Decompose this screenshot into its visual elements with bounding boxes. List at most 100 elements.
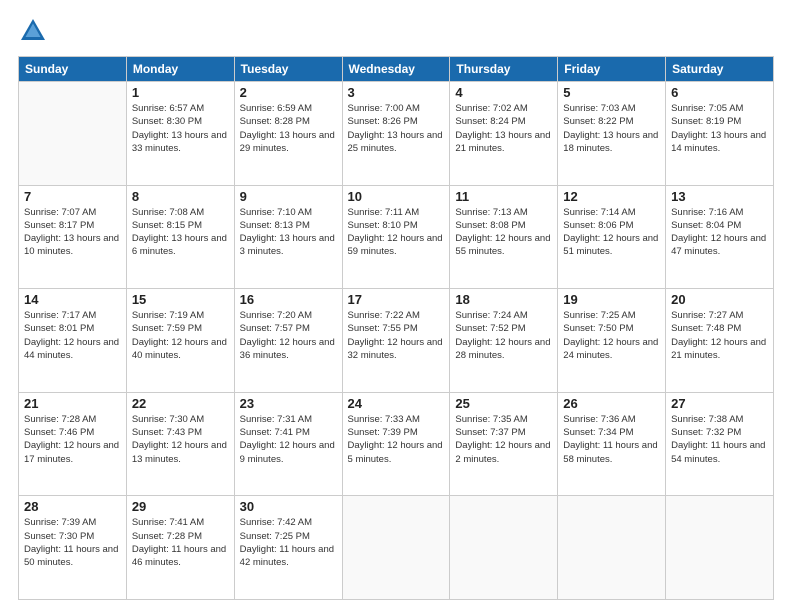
day-info: Sunrise: 7:35 AMSunset: 7:37 PMDaylight:…: [455, 413, 552, 466]
day-cell: 23 Sunrise: 7:31 AMSunset: 7:41 PMDayligh…: [234, 392, 342, 496]
day-number: 12: [563, 189, 660, 204]
day-info: Sunrise: 7:42 AMSunset: 7:25 PMDaylight:…: [240, 516, 337, 569]
day-info: Sunrise: 7:00 AMSunset: 8:26 PMDaylight:…: [348, 102, 445, 155]
day-number: 13: [671, 189, 768, 204]
week-row-4: 21 Sunrise: 7:28 AMSunset: 7:46 PMDayligh…: [19, 392, 774, 496]
day-info: Sunrise: 7:19 AMSunset: 7:59 PMDaylight:…: [132, 309, 229, 362]
day-cell: 15 Sunrise: 7:19 AMSunset: 7:59 PMDayligh…: [126, 289, 234, 393]
day-cell: [558, 496, 666, 600]
week-row-3: 14 Sunrise: 7:17 AMSunset: 8:01 PMDayligh…: [19, 289, 774, 393]
day-info: Sunrise: 7:07 AMSunset: 8:17 PMDaylight:…: [24, 206, 121, 259]
day-info: Sunrise: 7:16 AMSunset: 8:04 PMDaylight:…: [671, 206, 768, 259]
day-cell: 18 Sunrise: 7:24 AMSunset: 7:52 PMDayligh…: [450, 289, 558, 393]
day-cell: 22Sunrise: 7:30 AMSunset: 7:43 PMDayligh…: [126, 392, 234, 496]
day-info: Sunrise: 7:31 AMSunset: 7:41 PMDaylight:…: [240, 413, 337, 466]
day-info: Sunrise: 7:39 AMSunset: 7:30 PMDaylight:…: [24, 516, 121, 569]
day-info: Sunrise: 7:08 AMSunset: 8:15 PMDaylight:…: [132, 206, 229, 259]
day-cell: 27 Sunrise: 7:38 AMSunset: 7:32 PMDayligh…: [666, 392, 774, 496]
day-number: 26: [563, 396, 660, 411]
day-number: 4: [455, 85, 552, 100]
day-number: 29: [132, 499, 229, 514]
day-info: Sunrise: 7:20 AMSunset: 7:57 PMDaylight:…: [240, 309, 337, 362]
day-cell: [450, 496, 558, 600]
day-info: Sunrise: 7:02 AMSunset: 8:24 PMDaylight:…: [455, 102, 552, 155]
day-info: Sunrise: 7:05 AMSunset: 8:19 PMDaylight:…: [671, 102, 768, 155]
day-number: 25: [455, 396, 552, 411]
day-number: 16: [240, 292, 337, 307]
day-cell: [666, 496, 774, 600]
day-info: Sunrise: 7:33 AMSunset: 7:39 PMDaylight:…: [348, 413, 445, 466]
day-info: Sunrise: 7:41 AMSunset: 7:28 PMDaylight:…: [132, 516, 229, 569]
day-number: 3: [348, 85, 445, 100]
day-info: Sunrise: 7:14 AMSunset: 8:06 PMDaylight:…: [563, 206, 660, 259]
day-info: Sunrise: 7:11 AMSunset: 8:10 PMDaylight:…: [348, 206, 445, 259]
day-number: 10: [348, 189, 445, 204]
day-cell: 13 Sunrise: 7:16 AMSunset: 8:04 PMDayligh…: [666, 185, 774, 289]
logo-icon: [18, 16, 48, 46]
day-info: Sunrise: 7:24 AMSunset: 7:52 PMDaylight:…: [455, 309, 552, 362]
day-number: 15: [132, 292, 229, 307]
day-cell: 12 Sunrise: 7:14 AMSunset: 8:06 PMDayligh…: [558, 185, 666, 289]
day-number: 7: [24, 189, 121, 204]
day-cell: 25 Sunrise: 7:35 AMSunset: 7:37 PMDayligh…: [450, 392, 558, 496]
day-cell: 30 Sunrise: 7:42 AMSunset: 7:25 PMDayligh…: [234, 496, 342, 600]
day-info: Sunrise: 7:10 AMSunset: 8:13 PMDaylight:…: [240, 206, 337, 259]
day-info: Sunrise: 7:28 AMSunset: 7:46 PMDaylight:…: [24, 413, 121, 466]
day-cell: 24Sunrise: 7:33 AMSunset: 7:39 PMDayligh…: [342, 392, 450, 496]
day-cell: 4 Sunrise: 7:02 AMSunset: 8:24 PMDaylight…: [450, 82, 558, 186]
day-number: 2: [240, 85, 337, 100]
day-info: Sunrise: 7:25 AMSunset: 7:50 PMDaylight:…: [563, 309, 660, 362]
day-cell: 2 Sunrise: 6:59 AMSunset: 8:28 PMDaylight…: [234, 82, 342, 186]
weekday-header-wednesday: Wednesday: [342, 57, 450, 82]
day-cell: 6Sunrise: 7:05 AMSunset: 8:19 PMDaylight…: [666, 82, 774, 186]
day-info: Sunrise: 7:36 AMSunset: 7:34 PMDaylight:…: [563, 413, 660, 466]
day-number: 11: [455, 189, 552, 204]
day-number: 9: [240, 189, 337, 204]
day-info: Sunrise: 7:38 AMSunset: 7:32 PMDaylight:…: [671, 413, 768, 466]
day-cell: 20Sunrise: 7:27 AMSunset: 7:48 PMDayligh…: [666, 289, 774, 393]
day-cell: 1 Sunrise: 6:57 AMSunset: 8:30 PMDaylight…: [126, 82, 234, 186]
day-info: Sunrise: 6:57 AMSunset: 8:30 PMDaylight:…: [132, 102, 229, 155]
day-cell: 3 Sunrise: 7:00 AMSunset: 8:26 PMDaylight…: [342, 82, 450, 186]
header: [18, 16, 774, 46]
week-row-5: 28Sunrise: 7:39 AMSunset: 7:30 PMDayligh…: [19, 496, 774, 600]
day-info: Sunrise: 6:59 AMSunset: 8:28 PMDaylight:…: [240, 102, 337, 155]
day-cell: 16 Sunrise: 7:20 AMSunset: 7:57 PMDayligh…: [234, 289, 342, 393]
day-number: 8: [132, 189, 229, 204]
day-info: Sunrise: 7:17 AMSunset: 8:01 PMDaylight:…: [24, 309, 121, 362]
calendar: SundayMondayTuesdayWednesdayThursdayFrid…: [18, 56, 774, 600]
day-number: 19: [563, 292, 660, 307]
day-number: 1: [132, 85, 229, 100]
day-number: 17: [348, 292, 445, 307]
day-cell: [19, 82, 127, 186]
day-cell: 17 Sunrise: 7:22 AMSunset: 7:55 PMDayligh…: [342, 289, 450, 393]
weekday-header-tuesday: Tuesday: [234, 57, 342, 82]
day-number: 27: [671, 396, 768, 411]
day-number: 23: [240, 396, 337, 411]
day-number: 14: [24, 292, 121, 307]
day-cell: 14 Sunrise: 7:17 AMSunset: 8:01 PMDayligh…: [19, 289, 127, 393]
day-info: Sunrise: 7:03 AMSunset: 8:22 PMDaylight:…: [563, 102, 660, 155]
day-number: 21: [24, 396, 121, 411]
day-cell: 26 Sunrise: 7:36 AMSunset: 7:34 PMDayligh…: [558, 392, 666, 496]
day-number: 22: [132, 396, 229, 411]
day-number: 5: [563, 85, 660, 100]
weekday-header-monday: Monday: [126, 57, 234, 82]
day-cell: 11 Sunrise: 7:13 AMSunset: 8:08 PMDayligh…: [450, 185, 558, 289]
day-cell: [342, 496, 450, 600]
weekday-header-saturday: Saturday: [666, 57, 774, 82]
day-cell: 10 Sunrise: 7:11 AMSunset: 8:10 PMDayligh…: [342, 185, 450, 289]
day-number: 18: [455, 292, 552, 307]
week-row-1: 1 Sunrise: 6:57 AMSunset: 8:30 PMDaylight…: [19, 82, 774, 186]
day-info: Sunrise: 7:22 AMSunset: 7:55 PMDaylight:…: [348, 309, 445, 362]
page: SundayMondayTuesdayWednesdayThursdayFrid…: [0, 0, 792, 612]
day-cell: 9 Sunrise: 7:10 AMSunset: 8:13 PMDaylight…: [234, 185, 342, 289]
day-cell: 5 Sunrise: 7:03 AMSunset: 8:22 PMDaylight…: [558, 82, 666, 186]
week-row-2: 7 Sunrise: 7:07 AMSunset: 8:17 PMDaylight…: [19, 185, 774, 289]
day-cell: 28Sunrise: 7:39 AMSunset: 7:30 PMDayligh…: [19, 496, 127, 600]
day-number: 30: [240, 499, 337, 514]
day-info: Sunrise: 7:13 AMSunset: 8:08 PMDaylight:…: [455, 206, 552, 259]
day-cell: 8 Sunrise: 7:08 AMSunset: 8:15 PMDaylight…: [126, 185, 234, 289]
day-cell: 19 Sunrise: 7:25 AMSunset: 7:50 PMDayligh…: [558, 289, 666, 393]
weekday-header-sunday: Sunday: [19, 57, 127, 82]
